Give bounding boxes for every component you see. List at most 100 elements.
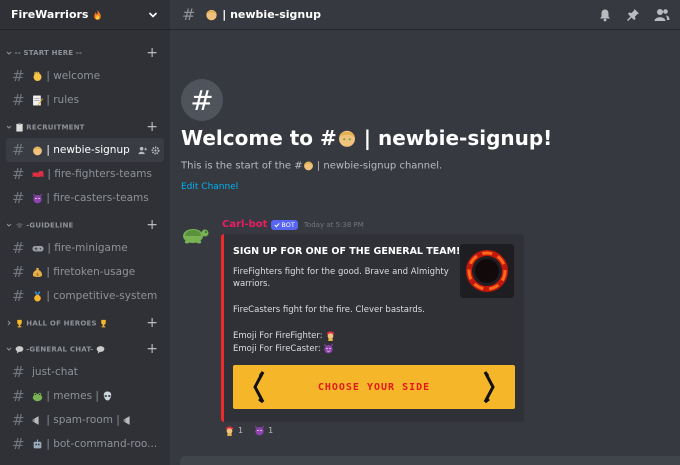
add-channel-icon[interactable]: +: [146, 316, 158, 330]
reaction-devil[interactable]: 1: [251, 424, 276, 437]
firefighter-emoji-icon: [326, 331, 335, 341]
category-general-chat[interactable]: -GENERAL CHAT- +: [0, 338, 170, 360]
face-icon: [206, 10, 218, 21]
megaphone-icon: [123, 415, 130, 425]
devil-emoji-icon: [324, 343, 334, 354]
sidebar-item-competitive-system[interactable]: # | competitive-system: [6, 284, 164, 308]
hash-icon: #: [12, 263, 25, 281]
category-recruitment[interactable]: RECRUITMENT +: [0, 116, 170, 138]
category-guideline[interactable]: -GUIDELINE +: [0, 214, 170, 236]
devil-icon: [33, 193, 42, 203]
message-input[interactable]: [180, 456, 680, 465]
sidebar-item-label: | firetoken-usage: [46, 266, 136, 278]
banner-text: CHOOSE YOUR SIDE: [317, 381, 431, 393]
firefighter-emoji-icon: [225, 426, 234, 436]
embed-line: FireCasters fight for the fire. Clever b…: [233, 305, 425, 315]
megaphone-icon: [32, 415, 39, 425]
chevron-down-icon: [6, 51, 12, 55]
sidebar-item-fire-casters-teams[interactable]: # | fire-casters-teams: [6, 186, 164, 210]
turtle-icon: [183, 229, 209, 244]
face-icon: [303, 161, 313, 171]
bell-icon[interactable]: [598, 8, 612, 22]
sidebar-item-label: | fire-casters-teams: [46, 192, 149, 204]
sidebar-item-fire-fighters-teams[interactable]: # | fire-fighters-teams: [6, 162, 164, 186]
category-label: -GENERAL CHAT-: [6, 345, 105, 354]
sidebar-item-label: | memes |: [46, 390, 99, 402]
hash-icon: #: [12, 91, 25, 109]
welcome-title: Welcome to # | newbie-signup!: [181, 126, 553, 150]
sidebar-item-firetoken-usage[interactable]: # $ | firetoken-usage: [6, 260, 164, 284]
hash-icon: #: [12, 239, 25, 257]
category-label: RECRUITMENT: [6, 122, 85, 132]
sidebar-item-rules[interactable]: # | rules: [6, 88, 164, 112]
medal-icon: [34, 290, 41, 301]
pin-icon[interactable]: [626, 8, 640, 22]
frog-icon: [32, 392, 43, 401]
timestamp: Today at 5:38 PM: [303, 220, 364, 229]
chevron-down-icon[interactable]: [146, 8, 160, 22]
add-channel-icon[interactable]: +: [146, 120, 158, 134]
sidebar-item-label: | welcome: [46, 70, 101, 82]
hash-icon: #: [12, 387, 25, 405]
chevron-down-icon: [6, 223, 12, 227]
hash-icon: #: [12, 141, 25, 159]
reaction-firefighter[interactable]: 1: [221, 424, 246, 437]
game-controller-icon: [32, 245, 44, 251]
sidebar-item-label: | competitive-system: [46, 290, 158, 302]
reactions: 1 1: [221, 424, 276, 437]
checkmark-icon: [274, 222, 280, 227]
sidebar-item-label: just-chat: [32, 366, 78, 378]
category-label: -GUIDELINE: [6, 221, 74, 230]
svg-text:$: $: [36, 271, 39, 277]
sidebar-item-newbie-signup[interactable]: # | newbie-signup: [6, 138, 164, 162]
face-icon: [338, 130, 355, 147]
sidebar-item-label: | spam-room |: [46, 414, 120, 426]
right-arrow-icon: [483, 371, 495, 404]
invite-icon[interactable]: [138, 146, 147, 155]
add-channel-icon[interactable]: +: [146, 46, 158, 60]
embed-line: Emoji For FireFighter:: [233, 330, 336, 341]
sidebar-item-welcome[interactable]: # | welcome: [6, 64, 164, 88]
sidebar-item-bot-command-room[interactable]: # | bot-command-roo...: [6, 432, 164, 456]
embed-line: FireFighters fight for the good. Brave a…: [233, 267, 449, 277]
category-start-here[interactable]: -- START HERE -- +: [0, 42, 170, 64]
clipboard-icon: [15, 122, 23, 132]
hash-icon: #: [12, 67, 25, 85]
author-name[interactable]: Carl-bot: [222, 219, 267, 230]
speech-bubble-icon: [96, 345, 105, 354]
sidebar-item-memes[interactable]: # | memes |: [6, 384, 164, 408]
server-name: FireWarriors: [11, 8, 103, 21]
hash-icon: #: [12, 287, 25, 305]
sidebar-item-fire-minigame[interactable]: # | fire-minigame: [6, 236, 164, 260]
chevron-down-icon: [6, 125, 12, 129]
channel-sidebar: FireWarriors -- START HERE -- + # | welc…: [0, 0, 170, 465]
add-channel-icon[interactable]: +: [146, 342, 158, 356]
hash-icon: #: [12, 435, 25, 453]
left-arrow-icon: [253, 371, 265, 404]
add-channel-icon[interactable]: +: [146, 218, 158, 232]
avatar[interactable]: [180, 219, 210, 249]
embed: SIGN UP FOR ONE OF THE GENERAL TEAM! Fir…: [221, 234, 524, 422]
chevron-down-icon: [6, 347, 12, 351]
reaction-count: 1: [268, 426, 274, 435]
reaction-count: 1: [238, 426, 244, 435]
hash-icon: #: [12, 411, 25, 429]
sidebar-item-label: | rules: [46, 94, 80, 106]
server-header[interactable]: FireWarriors: [0, 0, 170, 30]
hash-icon: #: [12, 363, 25, 381]
fire-ring-icon[interactable]: [460, 244, 514, 298]
trophy-icon: [101, 319, 107, 327]
choose-side-banner[interactable]: CHOOSE YOUR SIDE: [233, 365, 515, 409]
message-area: # Welcome to # | newbie-signup! This is …: [170, 30, 680, 465]
sidebar-item-just-chat[interactable]: # just-chat: [6, 360, 164, 384]
members-icon[interactable]: [654, 8, 670, 22]
channel-hash-icon: #: [181, 79, 223, 121]
gear-icon[interactable]: [151, 146, 160, 155]
edit-channel-link[interactable]: Edit Channel: [181, 182, 238, 192]
sidebar-item-spam-room[interactable]: # | spam-room |: [6, 408, 164, 432]
embed-title: SIGN UP FOR ONE OF THE GENERAL TEAM!: [233, 246, 461, 257]
category-hall-of-heroes[interactable]: HALL OF HEROES +: [0, 312, 170, 334]
hash-icon: #: [12, 165, 25, 183]
fire-emoji-icon: [94, 9, 102, 20]
fire-engine-icon: [32, 170, 44, 179]
